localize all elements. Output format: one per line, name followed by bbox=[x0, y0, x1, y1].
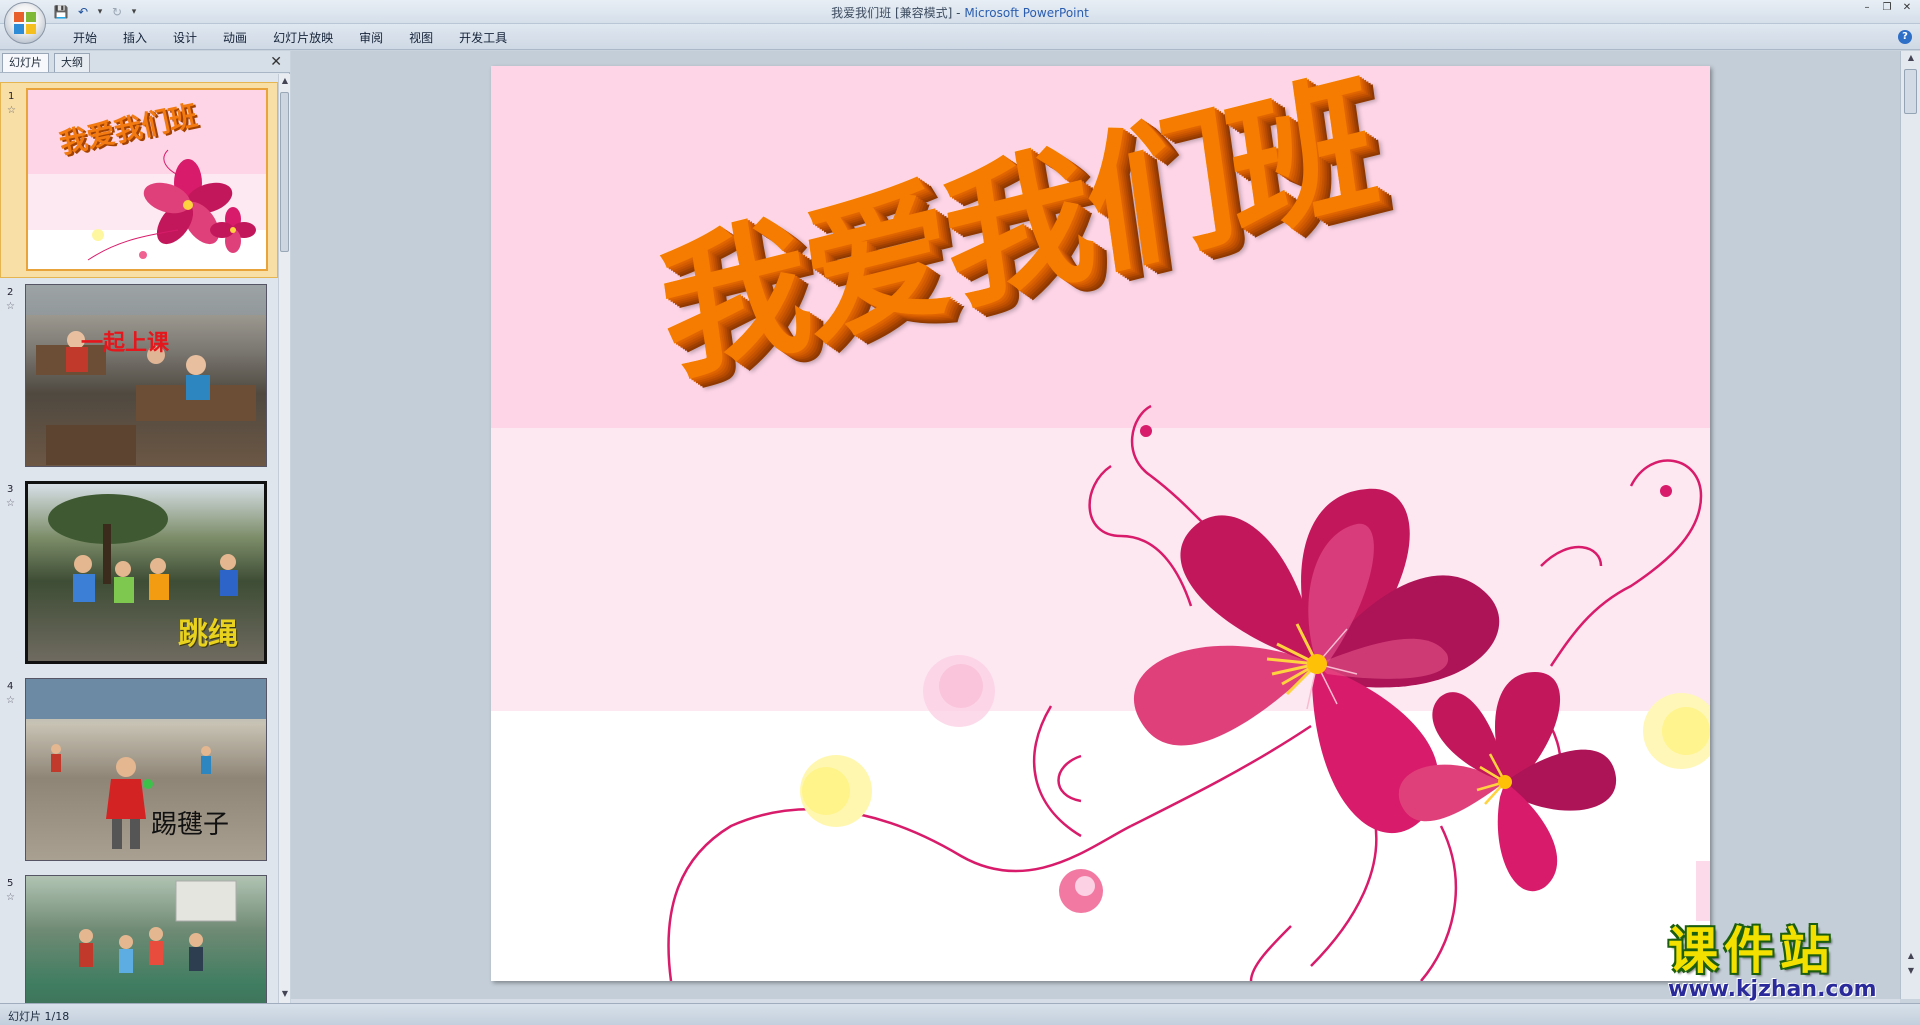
slide-number: 3 bbox=[7, 484, 14, 495]
scroll-down-icon[interactable]: ▼ bbox=[280, 989, 290, 1001]
title-separator: - bbox=[952, 6, 965, 20]
app-name: Microsoft PowerPoint bbox=[964, 6, 1089, 20]
thumbnail-scrollbar[interactable]: ▲ ▼ bbox=[278, 74, 290, 1003]
slide-number: 1 bbox=[8, 91, 15, 102]
slide-preview: 跳绳 bbox=[25, 481, 267, 664]
ribbon-tab-bar: 开始 插入 设计 动画 幻灯片放映 审阅 视图 开发工具 ? bbox=[0, 24, 1920, 50]
thumbnail-label: 踢毽子 bbox=[151, 810, 230, 840]
tab-insert[interactable]: 插入 bbox=[110, 29, 160, 47]
animation-star-icon: ☆ bbox=[7, 105, 16, 116]
current-slide[interactable]: 我爱我们班 bbox=[491, 66, 1710, 981]
slide-preview: 一起上课 bbox=[25, 284, 267, 467]
document-title: 我爱我们班 [兼容模式] bbox=[831, 6, 953, 20]
slide-scrollbar[interactable]: ▲ ▲ ▼ bbox=[1900, 51, 1920, 999]
slide-thumbnail-4[interactable]: 4 ☆ 踢毽子 bbox=[0, 673, 278, 869]
tab-home[interactable]: 开始 bbox=[60, 29, 110, 47]
slide-preview: 踢毽子 bbox=[25, 678, 267, 861]
thumbnail-list: 1 ☆ 我爱我们班 2 ☆ 一起上课 3 ☆ 跳绳 4 ☆ 踢毽子 5 ☆ bbox=[0, 74, 278, 1003]
title-bar: 💾 ↶ ▾ ↻ ▾ 我爱我们班 [兼容模式] - Microsoft Power… bbox=[0, 0, 1920, 24]
close-pane-icon[interactable]: ✕ bbox=[270, 54, 282, 70]
slide-thumbnail-3[interactable]: 3 ☆ 跳绳 bbox=[0, 476, 278, 672]
window-controls: – ❐ ✕ bbox=[1860, 2, 1914, 14]
close-icon[interactable]: ✕ bbox=[1900, 2, 1914, 14]
slide-preview bbox=[25, 875, 267, 1003]
scroll-up-icon[interactable]: ▲ bbox=[1906, 53, 1916, 65]
tab-outline[interactable]: 大纲 bbox=[54, 53, 90, 72]
watermark-logo: 课件站 bbox=[1668, 922, 1836, 980]
help-icon[interactable]: ? bbox=[1898, 30, 1912, 44]
office-logo-icon bbox=[14, 12, 36, 34]
watermark-url: www.kjzhan.com bbox=[1668, 977, 1877, 1002]
thumbnail-label: 跳绳 bbox=[178, 617, 238, 652]
restore-icon[interactable]: ❐ bbox=[1880, 2, 1894, 14]
tab-design[interactable]: 设计 bbox=[160, 29, 210, 47]
window-title: 我爱我们班 [兼容模式] - Microsoft PowerPoint bbox=[0, 4, 1920, 21]
tab-review[interactable]: 审阅 bbox=[346, 29, 396, 47]
scrollbar-thumb[interactable] bbox=[280, 92, 289, 252]
tab-animations[interactable]: 动画 bbox=[210, 29, 260, 47]
slide-thumbnail-2[interactable]: 2 ☆ 一起上课 bbox=[0, 279, 278, 475]
previous-slide-icon[interactable]: ▲ bbox=[1906, 951, 1916, 963]
slide-number: 4 bbox=[7, 681, 14, 692]
slide-preview: 我爱我们班 bbox=[26, 88, 268, 271]
slide-thumbnail-1[interactable]: 1 ☆ 我爱我们班 bbox=[0, 82, 278, 278]
flower-illustration-icon bbox=[87, 149, 256, 261]
status-bar: 幻灯片 1/18 bbox=[0, 1003, 1920, 1025]
slide-editing-area: 我爱我们班 bbox=[291, 51, 1900, 999]
watermark: 课件站 www.kjzhan.com bbox=[1668, 924, 1900, 1004]
next-slide-icon[interactable]: ▼ bbox=[1906, 966, 1916, 978]
slide-number: 2 bbox=[7, 287, 14, 298]
thumbnail-label: 一起上课 bbox=[81, 330, 170, 356]
tab-slides[interactable]: 幻灯片 bbox=[2, 53, 49, 72]
slide-indicator: 幻灯片 1/18 bbox=[8, 1010, 70, 1023]
tab-developer[interactable]: 开发工具 bbox=[446, 29, 520, 47]
pane-tabs: 幻灯片 大纲 ✕ bbox=[0, 51, 290, 73]
slides-pane: 幻灯片 大纲 ✕ 1 ☆ 我爱我们班 2 ☆ 一起上课 3 ☆ 跳绳 4 ☆ 踢… bbox=[0, 51, 290, 1003]
office-button[interactable] bbox=[4, 2, 46, 44]
tab-slide-show[interactable]: 幻灯片放映 bbox=[260, 29, 346, 47]
animation-star-icon: ☆ bbox=[6, 695, 15, 706]
scrollbar-thumb[interactable] bbox=[1904, 69, 1917, 114]
minimize-icon[interactable]: – bbox=[1860, 2, 1874, 14]
slide-number: 5 bbox=[7, 878, 14, 889]
animation-star-icon: ☆ bbox=[6, 498, 15, 509]
tab-view[interactable]: 视图 bbox=[396, 29, 446, 47]
animation-star-icon: ☆ bbox=[6, 892, 15, 903]
slide-thumbnail-5[interactable]: 5 ☆ bbox=[0, 870, 278, 1003]
animation-star-icon: ☆ bbox=[6, 301, 15, 312]
scroll-up-icon[interactable]: ▲ bbox=[280, 76, 290, 88]
